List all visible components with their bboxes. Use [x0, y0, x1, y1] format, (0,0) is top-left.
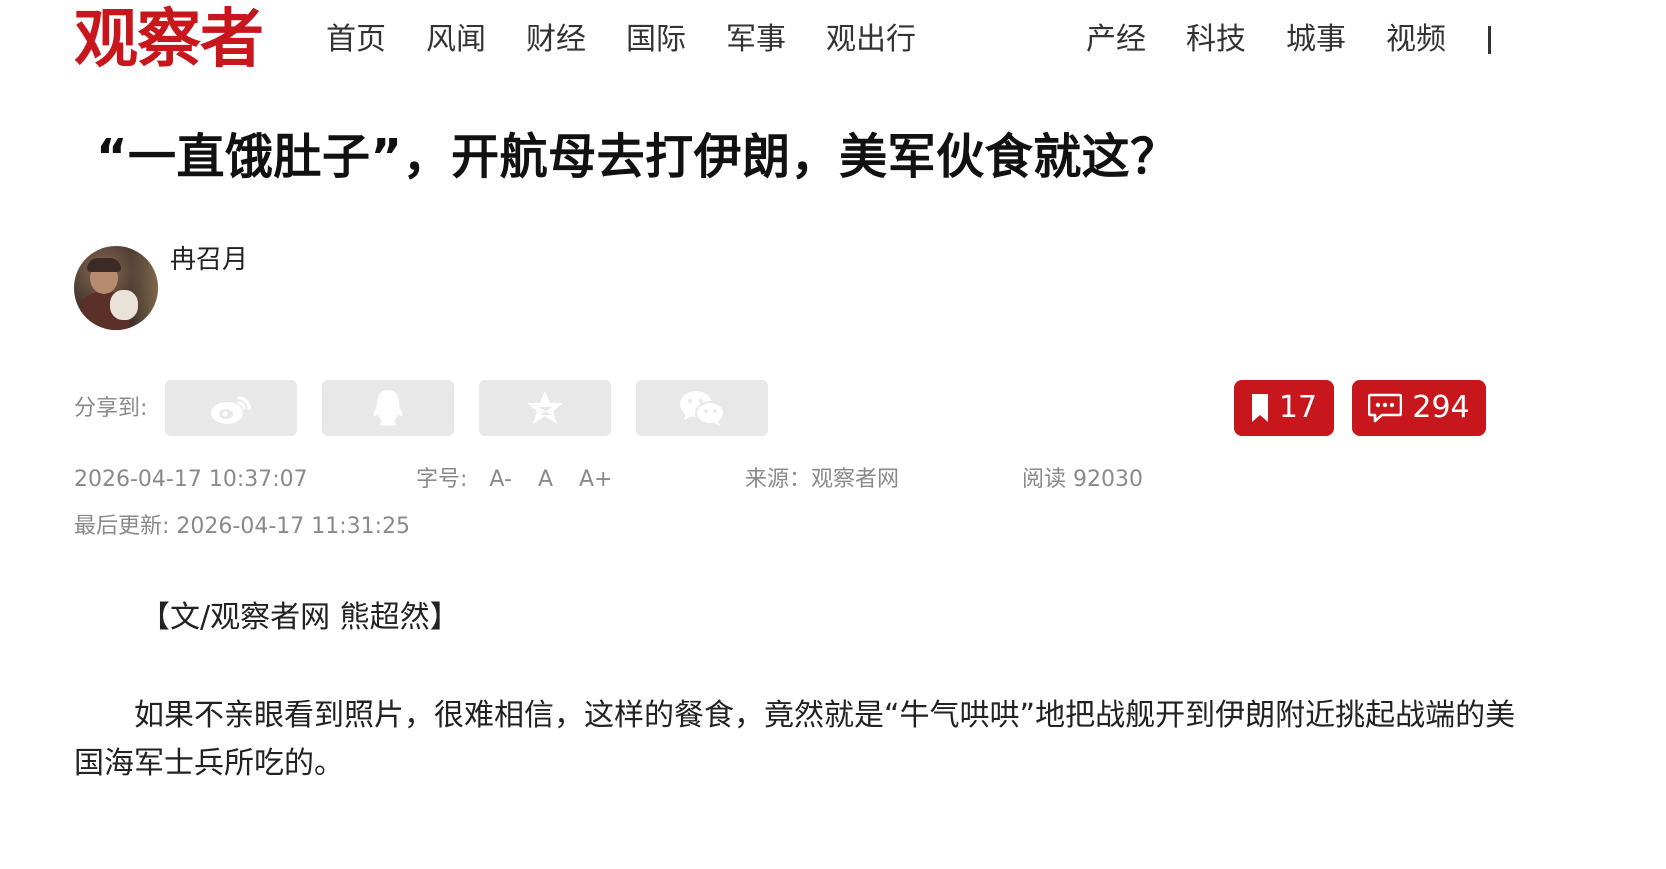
share-qzone-button[interactable] [479, 380, 611, 436]
comment-icon [1368, 393, 1403, 423]
comment-button[interactable]: 294 [1352, 380, 1486, 436]
author-name[interactable]: 冉召月 [170, 240, 248, 280]
last-updated: 最后更新: 2026-04-17 11:31:25 [74, 514, 411, 539]
nav-item-military[interactable]: 军事 [726, 18, 786, 62]
publish-time: 2026-04-17 10:37:07 [74, 467, 308, 492]
share-wechat-button[interactable] [636, 380, 768, 436]
qq-icon [373, 390, 403, 426]
nav-item-finance[interactable]: 财经 [526, 18, 586, 62]
nav-item-city[interactable]: 城事 [1286, 18, 1346, 62]
article-source: 来源：观察者网 [745, 467, 900, 492]
wechat-icon [680, 391, 725, 426]
font-size-decrease[interactable]: A- [489, 462, 512, 498]
main-nav-left: 首页 风闻 财经 国际 军事 观出行 [326, 18, 956, 62]
nav-item-home[interactable]: 首页 [326, 18, 386, 62]
site-header: 观察者 首页 风闻 财经 国际 军事 观出行 产经 科技 城事 视频 [0, 0, 1666, 90]
nav-item-travel[interactable]: 观出行 [826, 18, 916, 62]
weibo-icon [211, 396, 251, 424]
font-size-increase[interactable]: A+ [579, 462, 612, 498]
avatar-cap [87, 258, 121, 272]
bookmark-button[interactable]: 17 [1234, 380, 1334, 436]
nav-item-tech[interactable]: 科技 [1186, 18, 1246, 62]
site-logo[interactable]: 观察者 [74, 2, 264, 78]
main-nav-right: 产经 科技 城事 视频 [1086, 18, 1491, 62]
font-size-label: 字号: [416, 467, 468, 492]
nav-item-video[interactable]: 视频 [1386, 18, 1446, 62]
share-weibo-button[interactable] [165, 380, 297, 436]
avatar-dog [110, 290, 138, 320]
nav-item-industry[interactable]: 产经 [1086, 18, 1146, 62]
nav-divider [1488, 26, 1491, 54]
avatar-bg-light [130, 246, 158, 330]
font-size-normal[interactable]: A [538, 462, 553, 498]
article-title: “一直饿肚子”，开航母去打伊朗，美军伙食就这？ [96, 129, 1179, 185]
qzone-icon [527, 391, 563, 424]
comment-count: 294 [1412, 390, 1470, 425]
bookmark-icon [1251, 394, 1268, 422]
nav-item-international[interactable]: 国际 [626, 18, 686, 62]
share-label: 分享到: [74, 396, 148, 421]
article-byline: 【文/观察者网 熊超然】 [140, 600, 460, 635]
read-count: 阅读 92030 [1022, 467, 1143, 492]
share-qq-button[interactable] [322, 380, 454, 436]
article-paragraph: 如果不亲眼看到照片，很难相信，这样的餐食，竟然就是“牛气哄哄”地把战舰开到伊朗附… [74, 698, 1516, 781]
nav-item-fengwen[interactable]: 风闻 [426, 18, 486, 62]
author-avatar[interactable] [74, 246, 158, 330]
font-size-controls: 字号: A- A A+ [416, 462, 612, 498]
bookmark-count: 17 [1278, 390, 1318, 425]
